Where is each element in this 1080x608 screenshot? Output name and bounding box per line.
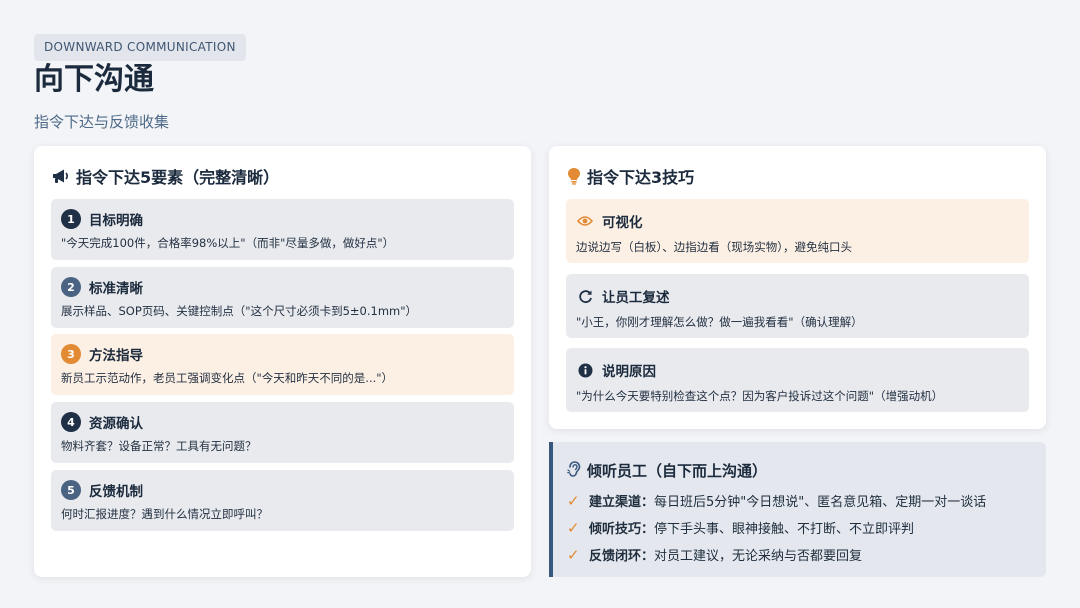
technique-title: 让员工复述 — [602, 290, 670, 306]
element-title: 方法指导 — [89, 348, 143, 364]
element-title: 标准清晰 — [89, 281, 143, 297]
listen-row-3: ✓ 反馈闭环： 对员工建议，无论采纳与否都要回复 — [567, 545, 863, 565]
technique-desc: "为什么今天要特别检查这个点？因为客户投诉过这个问题"（增强动机） — [576, 389, 944, 403]
technique-desc: "小王，你刚才理解怎么做？做一遍我看看"（确认理解） — [576, 315, 863, 329]
element-desc: 何时汇报进度？遇到什么情况立即呼叫？ — [61, 507, 268, 521]
element-item-5: 5 反馈机制 何时汇报进度？遇到什么情况立即呼叫？ — [51, 470, 514, 531]
listen-label: 建立渠道： — [589, 495, 655, 510]
element-item-2: 2 标准清晰 展示样品、SOP页码、关键控制点（"这个尺寸必须卡到5±0.1mm… — [51, 267, 514, 328]
five-elements-card: 指令下达5要素（完整清晰） 1 目标明确 "今天完成100件，合格率98%以上"… — [34, 146, 531, 577]
listen-text: 停下手头事、眼神接触、不打断、不立即评判 — [654, 522, 915, 537]
three-techniques-heading: 指令下达3技巧 — [567, 164, 694, 188]
element-title: 目标明确 — [89, 213, 143, 229]
number-badge: 5 — [61, 480, 81, 500]
page-subtitle: 指令下达与反馈收集 — [34, 113, 170, 131]
listen-heading: 倾听员工（自下而上沟通） — [567, 460, 767, 481]
check-icon: ✓ — [567, 491, 580, 510]
element-desc: 新员工示范动作，老员工强调变化点（"今天和昨天不同的是..."） — [61, 371, 394, 385]
three-techniques-card: 指令下达3技巧 可视化 边说边写（白板）、边指边看（现场实物），避免纯口头 让员… — [549, 146, 1046, 429]
ear-icon — [567, 460, 581, 481]
listen-panel: 倾听员工（自下而上沟通） ✓ 建立渠道： 每日班后5分钟"今日想说"、匿名意见箱… — [549, 442, 1046, 577]
listen-row-1: ✓ 建立渠道： 每日班后5分钟"今日想说"、匿名意见箱、定期一对一谈话 — [567, 491, 987, 511]
section-tag: DOWNWARD COMMUNICATION — [34, 34, 246, 61]
refresh-icon — [576, 287, 594, 305]
five-elements-heading: 指令下达5要素（完整清晰） — [52, 164, 279, 188]
number-badge: 1 — [61, 209, 81, 229]
element-title: 反馈机制 — [89, 484, 143, 500]
element-item-4: 4 资源确认 物料齐套？设备正常？工具有无问题？ — [51, 402, 514, 463]
element-desc: 物料齐套？设备正常？工具有无问题？ — [61, 439, 257, 453]
technique-title: 可视化 — [602, 215, 643, 231]
listen-title: 倾听员工（自下而上沟通） — [587, 462, 768, 480]
listen-label: 倾听技巧： — [589, 522, 655, 537]
element-desc: "今天完成100件，合格率98%以上"（而非"尽量多做，做好点"） — [61, 236, 395, 250]
number-badge: 4 — [61, 412, 81, 432]
check-icon: ✓ — [567, 518, 580, 537]
technique-item-2: 让员工复述 "小王，你刚才理解怎么做？做一遍我看看"（确认理解） — [566, 274, 1029, 338]
technique-item-3: 说明原因 "为什么今天要特别检查这个点？因为客户投诉过这个问题"（增强动机） — [566, 348, 1029, 412]
number-badge: 3 — [61, 344, 81, 364]
number-badge: 2 — [61, 277, 81, 297]
listen-text: 对员工建议，无论采纳与否都要回复 — [654, 549, 863, 564]
check-icon: ✓ — [567, 545, 580, 564]
info-icon — [576, 361, 594, 379]
listen-text: 每日班后5分钟"今日想说"、匿名意见箱、定期一对一谈话 — [654, 495, 987, 510]
megaphone-icon — [52, 168, 70, 184]
element-item-1: 1 目标明确 "今天完成100件，合格率98%以上"（而非"尽量多做，做好点"） — [51, 199, 514, 260]
page-title: 向下沟通 — [34, 62, 154, 97]
listen-label: 反馈闭环： — [589, 549, 655, 564]
element-desc: 展示样品、SOP页码、关键控制点（"这个尺寸必须卡到5±0.1mm"） — [61, 304, 418, 318]
listen-row-2: ✓ 倾听技巧： 停下手头事、眼神接触、不打断、不立即评判 — [567, 518, 915, 538]
technique-title: 说明原因 — [602, 364, 656, 380]
technique-desc: 边说边写（白板）、边指边看（现场实物），避免纯口头 — [576, 240, 852, 254]
lightbulb-icon — [567, 167, 581, 185]
technique-item-1: 可视化 边说边写（白板）、边指边看（现场实物），避免纯口头 — [566, 199, 1029, 263]
element-item-3: 3 方法指导 新员工示范动作，老员工强调变化点（"今天和昨天不同的是..."） — [51, 334, 514, 395]
eye-icon — [576, 212, 594, 230]
three-techniques-title: 指令下达3技巧 — [587, 168, 695, 187]
element-title: 资源确认 — [89, 416, 143, 432]
five-elements-title: 指令下达5要素（完整清晰） — [76, 168, 280, 187]
